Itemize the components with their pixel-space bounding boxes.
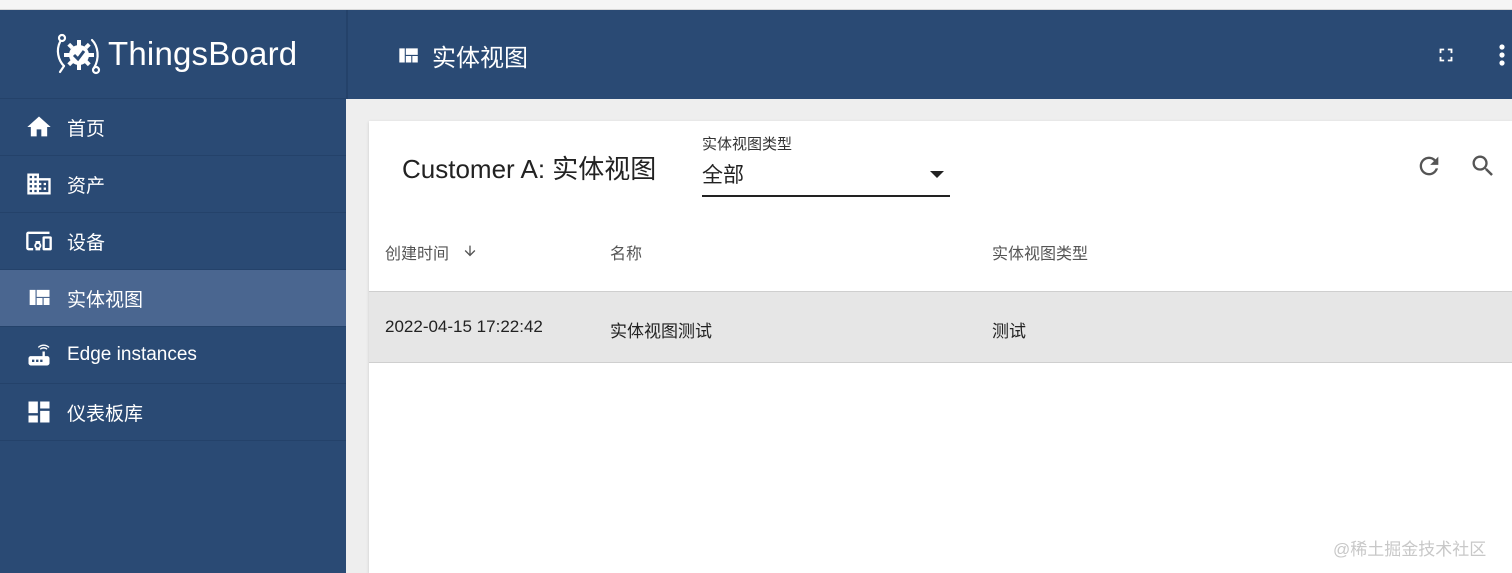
entity-views-card: Customer A: 实体视图 实体视图类型 全部 创建时间 名称 实体视图类… bbox=[369, 121, 1512, 573]
sidebar-item-label: 首页 bbox=[67, 118, 106, 140]
cell-name: 实体视图测试 bbox=[610, 322, 712, 341]
page-title: Customer A: 实体视图 bbox=[402, 154, 657, 184]
page-header-title: 实体视图 bbox=[432, 45, 528, 72]
dropdown-arrow-icon bbox=[930, 171, 944, 178]
thingsboard-logo-icon bbox=[56, 33, 101, 75]
domain-icon bbox=[24, 169, 54, 199]
column-header-name[interactable]: 名称 bbox=[610, 240, 642, 264]
sidebar-item-edge-instances[interactable]: Edge instances bbox=[0, 327, 346, 384]
app-logo[interactable]: ThingsBoard bbox=[0, 10, 346, 99]
arrow-downward-icon[interactable] bbox=[462, 242, 478, 265]
sidebar: ThingsBoard 首页 资产 设备 实体视图 Edge instances bbox=[0, 10, 346, 573]
browser-top-strip bbox=[0, 0, 1512, 10]
column-header-entity-view-type[interactable]: 实体视图类型 bbox=[992, 240, 1088, 264]
sidebar-item-entity-views[interactable]: 实体视图 bbox=[0, 270, 346, 327]
cell-entity-view-type: 测试 bbox=[992, 322, 1026, 341]
table-row[interactable]: 2022-04-15 17:22:42 实体视图测试 测试 bbox=[369, 291, 1512, 363]
more-vert-icon[interactable] bbox=[1495, 43, 1509, 72]
sidebar-item-label: 设备 bbox=[67, 232, 106, 254]
home-icon bbox=[24, 112, 54, 142]
entity-view-type-filter-label: 实体视图类型 bbox=[702, 136, 793, 153]
entity-view-type-select[interactable]: 全部 bbox=[702, 155, 950, 197]
sidebar-item-label: 仪表板库 bbox=[67, 403, 144, 425]
search-icon[interactable] bbox=[1469, 152, 1497, 185]
refresh-icon[interactable] bbox=[1415, 152, 1443, 185]
router-icon bbox=[24, 340, 54, 370]
sidebar-item-label: Edge instances bbox=[67, 344, 197, 365]
sidebar-item-devices[interactable]: 设备 bbox=[0, 213, 346, 270]
watermark: @稀土掘金技术社区 bbox=[1333, 540, 1487, 559]
view-quilt-icon bbox=[395, 43, 421, 74]
devices-icon bbox=[24, 226, 54, 256]
sidebar-item-label: 资产 bbox=[67, 175, 106, 197]
top-toolbar: 实体视图 bbox=[346, 10, 1512, 99]
view-quilt-icon bbox=[24, 283, 54, 313]
sidebar-item-dashboards[interactable]: 仪表板库 bbox=[0, 384, 346, 441]
sidebar-item-home[interactable]: 首页 bbox=[0, 99, 346, 156]
dashboard-icon bbox=[24, 397, 54, 427]
cell-created-time: 2022-04-15 17:22:42 bbox=[385, 317, 543, 336]
sidebar-item-label: 实体视图 bbox=[67, 289, 144, 311]
sidebar-item-assets[interactable]: 资产 bbox=[0, 156, 346, 213]
entity-view-type-value: 全部 bbox=[702, 164, 744, 187]
fullscreen-icon[interactable] bbox=[1435, 44, 1457, 71]
column-header-created-time[interactable]: 创建时间 bbox=[385, 240, 449, 264]
app-name: ThingsBoard bbox=[108, 35, 298, 72]
